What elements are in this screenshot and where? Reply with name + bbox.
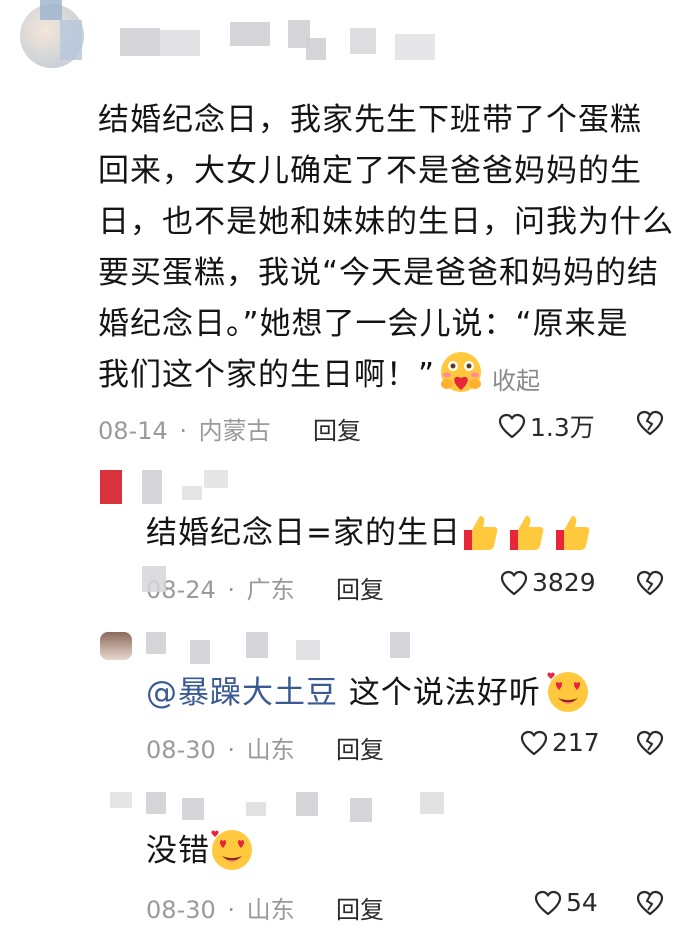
redacted-overlay (142, 566, 166, 592)
redacted-username (390, 632, 410, 658)
separator: · (227, 896, 236, 924)
comment-body-line: 结婚纪念日，我家先生下班带了个蛋糕 (98, 102, 642, 138)
redacted-username (204, 470, 228, 488)
like-count: 1.3万 (530, 413, 595, 442)
thumbs-up-emoji-icon (458, 510, 502, 558)
broken-heart-icon[interactable] (636, 890, 664, 916)
reply-button[interactable]: 回复 (313, 411, 361, 446)
like-button[interactable]: 3829 (500, 568, 596, 597)
comment-meta: 08-30 · 山东 (146, 890, 295, 925)
reply-button[interactable]: 回复 (336, 570, 384, 605)
redacted-username (246, 802, 266, 816)
comment-location: 内蒙古 (198, 417, 271, 445)
separator: · (179, 417, 188, 445)
comment-location: 山东 (246, 896, 295, 924)
heart-outline-icon (520, 730, 548, 756)
reply-avatar (100, 470, 122, 504)
heart-eyes-emoji-icon (208, 826, 256, 876)
like-button[interactable]: 217 (520, 728, 600, 757)
comment-date: 08-14 (98, 417, 168, 445)
comment-body-text: 这个说法好听 (338, 675, 541, 711)
redacted-username (296, 792, 318, 816)
thumbs-up-emoji-icon (550, 510, 594, 558)
redacted-username (146, 792, 166, 814)
broken-heart-icon[interactable] (636, 730, 664, 756)
redacted-username (160, 30, 200, 56)
comment-body-line: 日，也不是她和妹妹的生日，问我为什么 (98, 204, 674, 240)
comment-body: 结婚纪念日=家的生日 (146, 515, 461, 551)
collapse-button[interactable]: 收起 (492, 361, 540, 396)
redacted-username (420, 792, 444, 814)
separator: · (227, 576, 236, 604)
comment-body-line: 婚纪念日。”她想了一会儿说：“原来是 (98, 306, 629, 342)
redacted-username (246, 632, 268, 658)
redacted-username (146, 632, 166, 654)
reply-avatar (100, 632, 132, 660)
redacted-username (110, 792, 132, 808)
comment-location: 山东 (246, 736, 295, 764)
comment-meta: 08-24 · 广东 (146, 570, 295, 605)
like-button[interactable]: 54 (534, 888, 598, 917)
reply-button[interactable]: 回复 (336, 890, 384, 925)
user-mention-link[interactable]: @暴躁大土豆 (146, 675, 338, 711)
comment-body-line: 我们这个家的生日啊！” (98, 357, 436, 393)
broken-heart-icon[interactable] (636, 570, 664, 596)
separator: · (227, 736, 236, 764)
comment-location: 广东 (246, 576, 295, 604)
comment-meta: 08-14 · 内蒙古 (98, 411, 271, 446)
broken-heart-icon[interactable] (636, 410, 664, 436)
heart-outline-icon (500, 570, 528, 596)
redacted-username (142, 470, 162, 504)
comment-meta: 08-30 · 山东 (146, 730, 295, 765)
redacted-username (190, 640, 210, 664)
redacted-username (60, 20, 82, 60)
comment-body: 没错 (146, 833, 210, 869)
heart-eyes-emoji-icon (544, 668, 592, 718)
like-count: 3829 (532, 568, 596, 597)
redacted-username (296, 640, 320, 660)
heart-outline-icon (498, 413, 526, 439)
redacted-username (350, 798, 372, 822)
hug-emoji-icon (437, 350, 485, 400)
redacted-username (306, 38, 326, 60)
comment-body-line: 回来，大女儿确定了不是爸爸妈妈的生 (98, 153, 642, 189)
comment-body-line: 要买蛋糕，我说“今天是爸爸和妈妈的结 (98, 255, 660, 291)
redacted-username (40, 0, 62, 20)
like-button[interactable]: 1.3万 (498, 408, 595, 444)
redacted-username (350, 28, 376, 54)
heart-outline-icon (534, 890, 562, 916)
reply-button[interactable]: 回复 (336, 730, 384, 765)
like-count: 217 (552, 728, 600, 757)
redacted-username (230, 22, 270, 46)
comment-date: 08-30 (146, 736, 216, 764)
redacted-username (395, 34, 435, 60)
redacted-username (120, 28, 160, 56)
comment-date: 08-30 (146, 896, 216, 924)
redacted-username (182, 486, 202, 500)
thumbs-up-emoji-icon (504, 510, 548, 558)
like-count: 54 (566, 888, 598, 917)
redacted-username (182, 798, 204, 820)
comment-body: @暴躁大土豆 这个说法好听 (146, 668, 541, 719)
